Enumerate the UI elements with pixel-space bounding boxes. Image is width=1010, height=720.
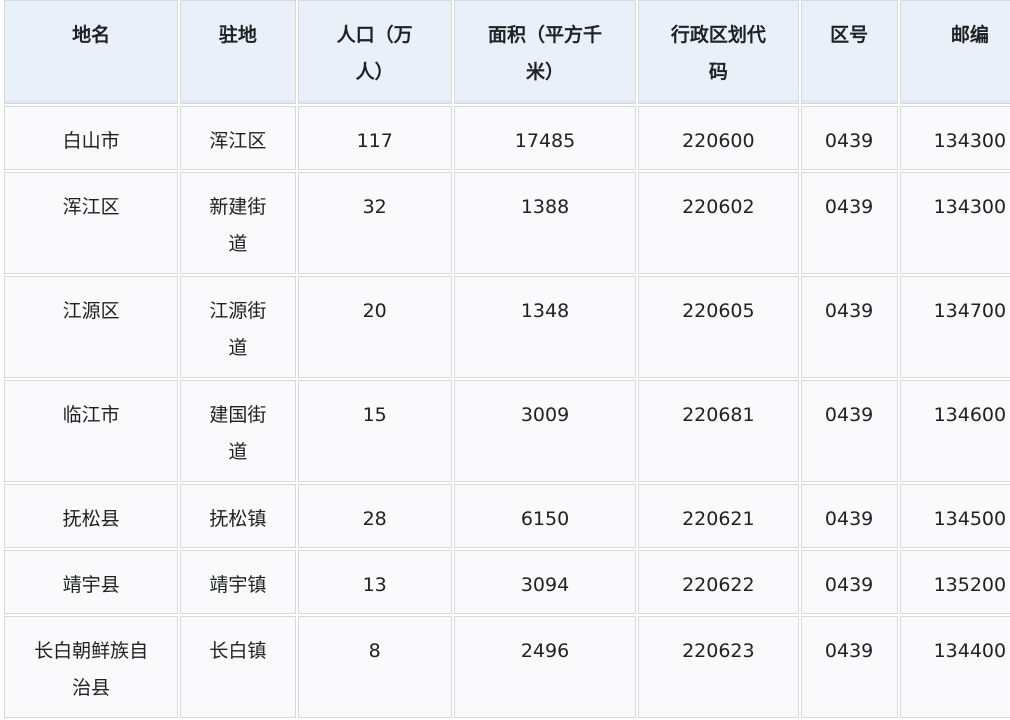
cell-area: 2496 [453, 616, 637, 718]
table-row: 江源区 江源街道 20 1348 220605 0439 134700 [4, 276, 1010, 378]
header-area-code[interactable]: 区号 [800, 0, 898, 104]
cell-admin-code: 220622 [638, 550, 799, 614]
cell-name: 白山市 [4, 106, 179, 170]
cell-population: 13 [297, 550, 452, 614]
cell-admin-code: 220681 [638, 380, 799, 482]
header-admin-code[interactable]: 行政区划代码 [638, 0, 799, 104]
cell-area: 1348 [453, 276, 637, 378]
header-label: 行政区划代码 [670, 24, 766, 83]
cell-postcode: 134300 [899, 106, 1010, 170]
cell-admin-code: 220602 [638, 172, 799, 274]
table-row: 浑江区 新建街道 32 1388 220602 0439 134300 [4, 172, 1010, 274]
cell-admin-code: 220623 [638, 616, 799, 718]
header-label: 驻地 [218, 24, 257, 46]
cell-seat: 江源街道 [180, 276, 296, 378]
header-label: 邮编 [950, 24, 989, 46]
header-area[interactable]: 面积（平方千米） [453, 0, 637, 104]
header-label: 区号 [830, 24, 869, 46]
table-row: 长白朝鲜族自治县 长白镇 8 2496 220623 0439 134400 [4, 616, 1010, 718]
cell-area-code: 0439 [800, 106, 898, 170]
cell-postcode: 134700 [899, 276, 1010, 378]
table-row: 临江市 建国街道 15 3009 220681 0439 134600 [4, 380, 1010, 482]
cell-admin-code: 220621 [638, 484, 799, 548]
cell-name: 浑江区 [4, 172, 179, 274]
header-label: 地名 [72, 24, 111, 46]
cell-postcode: 134500 [899, 484, 1010, 548]
table-header-row: 地名 驻地 人口（万人） 面积（平方千米） 行政区划代码 区号 邮编 [4, 0, 1010, 104]
header-label: 面积（平方千米） [488, 24, 603, 83]
cell-population: 32 [297, 172, 452, 274]
cell-postcode: 134300 [899, 172, 1010, 274]
cell-area: 3094 [453, 550, 637, 614]
cell-admin-code: 220605 [638, 276, 799, 378]
cell-seat: 靖宇镇 [180, 550, 296, 614]
cell-area: 17485 [453, 106, 637, 170]
cell-name: 临江市 [4, 380, 179, 482]
cell-population: 8 [297, 616, 452, 718]
cell-area-code: 0439 [800, 276, 898, 378]
header-seat[interactable]: 驻地 [180, 0, 296, 104]
cell-seat: 建国街道 [180, 380, 296, 482]
table-container: 地名 驻地 人口（万人） 面积（平方千米） 行政区划代码 区号 邮编 白山市 浑… [2, 0, 1010, 720]
cell-area: 1388 [453, 172, 637, 274]
cell-population: 20 [297, 276, 452, 378]
cell-name: 江源区 [4, 276, 179, 378]
table-row: 靖宇县 靖宇镇 13 3094 220622 0439 135200 [4, 550, 1010, 614]
cell-admin-code: 220600 [638, 106, 799, 170]
cell-postcode: 134600 [899, 380, 1010, 482]
cell-postcode: 135200 [899, 550, 1010, 614]
cell-population: 15 [297, 380, 452, 482]
header-population[interactable]: 人口（万人） [297, 0, 452, 104]
header-name[interactable]: 地名 [4, 0, 179, 104]
data-table: 地名 驻地 人口（万人） 面积（平方千米） 行政区划代码 区号 邮编 白山市 浑… [2, 0, 1010, 720]
cell-area-code: 0439 [800, 550, 898, 614]
cell-population: 28 [297, 484, 452, 548]
cell-seat: 新建街道 [180, 172, 296, 274]
cell-name: 长白朝鲜族自治县 [4, 616, 179, 718]
cell-seat: 浑江区 [180, 106, 296, 170]
header-label: 人口（万人） [336, 24, 413, 83]
cell-postcode: 134400 [899, 616, 1010, 718]
cell-area: 6150 [453, 484, 637, 548]
cell-seat: 抚松镇 [180, 484, 296, 548]
cell-name: 抚松县 [4, 484, 179, 548]
cell-population: 117 [297, 106, 452, 170]
table-row: 白山市 浑江区 117 17485 220600 0439 134300 [4, 106, 1010, 170]
cell-seat: 长白镇 [180, 616, 296, 718]
header-postcode[interactable]: 邮编 [899, 0, 1010, 104]
table-row: 抚松县 抚松镇 28 6150 220621 0439 134500 [4, 484, 1010, 548]
cell-name: 靖宇县 [4, 550, 179, 614]
cell-area-code: 0439 [800, 172, 898, 274]
cell-area-code: 0439 [800, 380, 898, 482]
cell-area-code: 0439 [800, 616, 898, 718]
cell-area: 3009 [453, 380, 637, 482]
cell-area-code: 0439 [800, 484, 898, 548]
